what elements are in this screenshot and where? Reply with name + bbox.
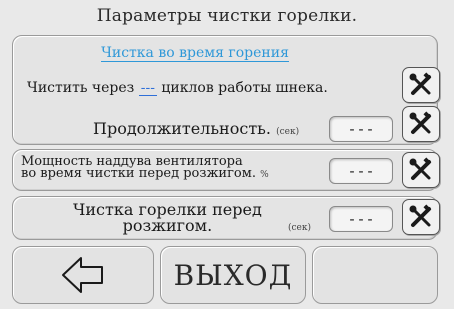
exit-button[interactable]: ВЫХОД	[160, 246, 306, 304]
duration-label-row: Продолжительность. (сек)	[93, 119, 299, 138]
duration-unit: (сек)	[276, 127, 300, 137]
burning-cleaning-subtitle: Чистка во время горения	[0, 45, 407, 62]
preignition-value-field[interactable]: ---	[329, 206, 393, 232]
wrench-screwdriver-icon	[409, 111, 432, 134]
burning-cleaning-panel: Чистка во время горения Чистить через --…	[12, 35, 438, 145]
wrench-screwdriver-icon	[409, 204, 432, 227]
fan-power-unit: %	[260, 170, 269, 180]
duration-value-field[interactable]: ---	[329, 116, 393, 142]
preignition-settings-button[interactable]	[402, 199, 440, 235]
clean-every-settings-button[interactable]	[402, 67, 440, 103]
fan-power-value-field[interactable]: ---	[329, 158, 393, 184]
fan-power-label: Мощность наддува вентилятора во время чи…	[21, 155, 269, 181]
burning-cleaning-subtitle-text: Чистка во время горения	[101, 45, 289, 62]
fan-power-panel: Мощность наддува вентилятора во время чи…	[12, 149, 438, 191]
duration-settings-button[interactable]	[402, 106, 440, 142]
fan-power-label-line2: во время чистки перед розжигом. %	[21, 166, 269, 181]
clean-every-value[interactable]: ---	[138, 81, 157, 96]
arrow-left-icon	[62, 257, 103, 293]
preignition-label: Чистка горелки перед розжигом.	[73, 202, 262, 234]
fan-power-label-line2-text: во время чистки перед розжигом.	[21, 166, 256, 181]
back-button[interactable]	[12, 246, 154, 304]
page-title: Параметры чистки горелки.	[96, 6, 358, 26]
preignition-label-line2-text: розжигом.	[122, 216, 213, 235]
duration-label: Продолжительность.	[93, 119, 271, 138]
exit-button-label: ВЫХОД	[173, 258, 293, 292]
preignition-unit: (сек)	[288, 223, 312, 233]
preignition-cleaning-panel: Чистка горелки перед розжигом. (сек) ---	[12, 196, 438, 240]
clean-every-line: Чистить через --- циклов работы шнека.	[27, 80, 328, 96]
wrench-screwdriver-icon	[409, 72, 432, 95]
preignition-label-line2: розжигом.	[73, 218, 262, 234]
fan-power-settings-button[interactable]	[402, 152, 440, 188]
empty-button[interactable]	[312, 246, 438, 304]
clean-every-suffix: циклов работы шнека.	[161, 80, 328, 96]
wrench-screwdriver-icon	[409, 157, 432, 180]
clean-every-prefix: Чистить через	[27, 80, 135, 96]
burner-cleaning-screen: Параметры чистки горелки. Чистка во врем…	[0, 0, 454, 309]
